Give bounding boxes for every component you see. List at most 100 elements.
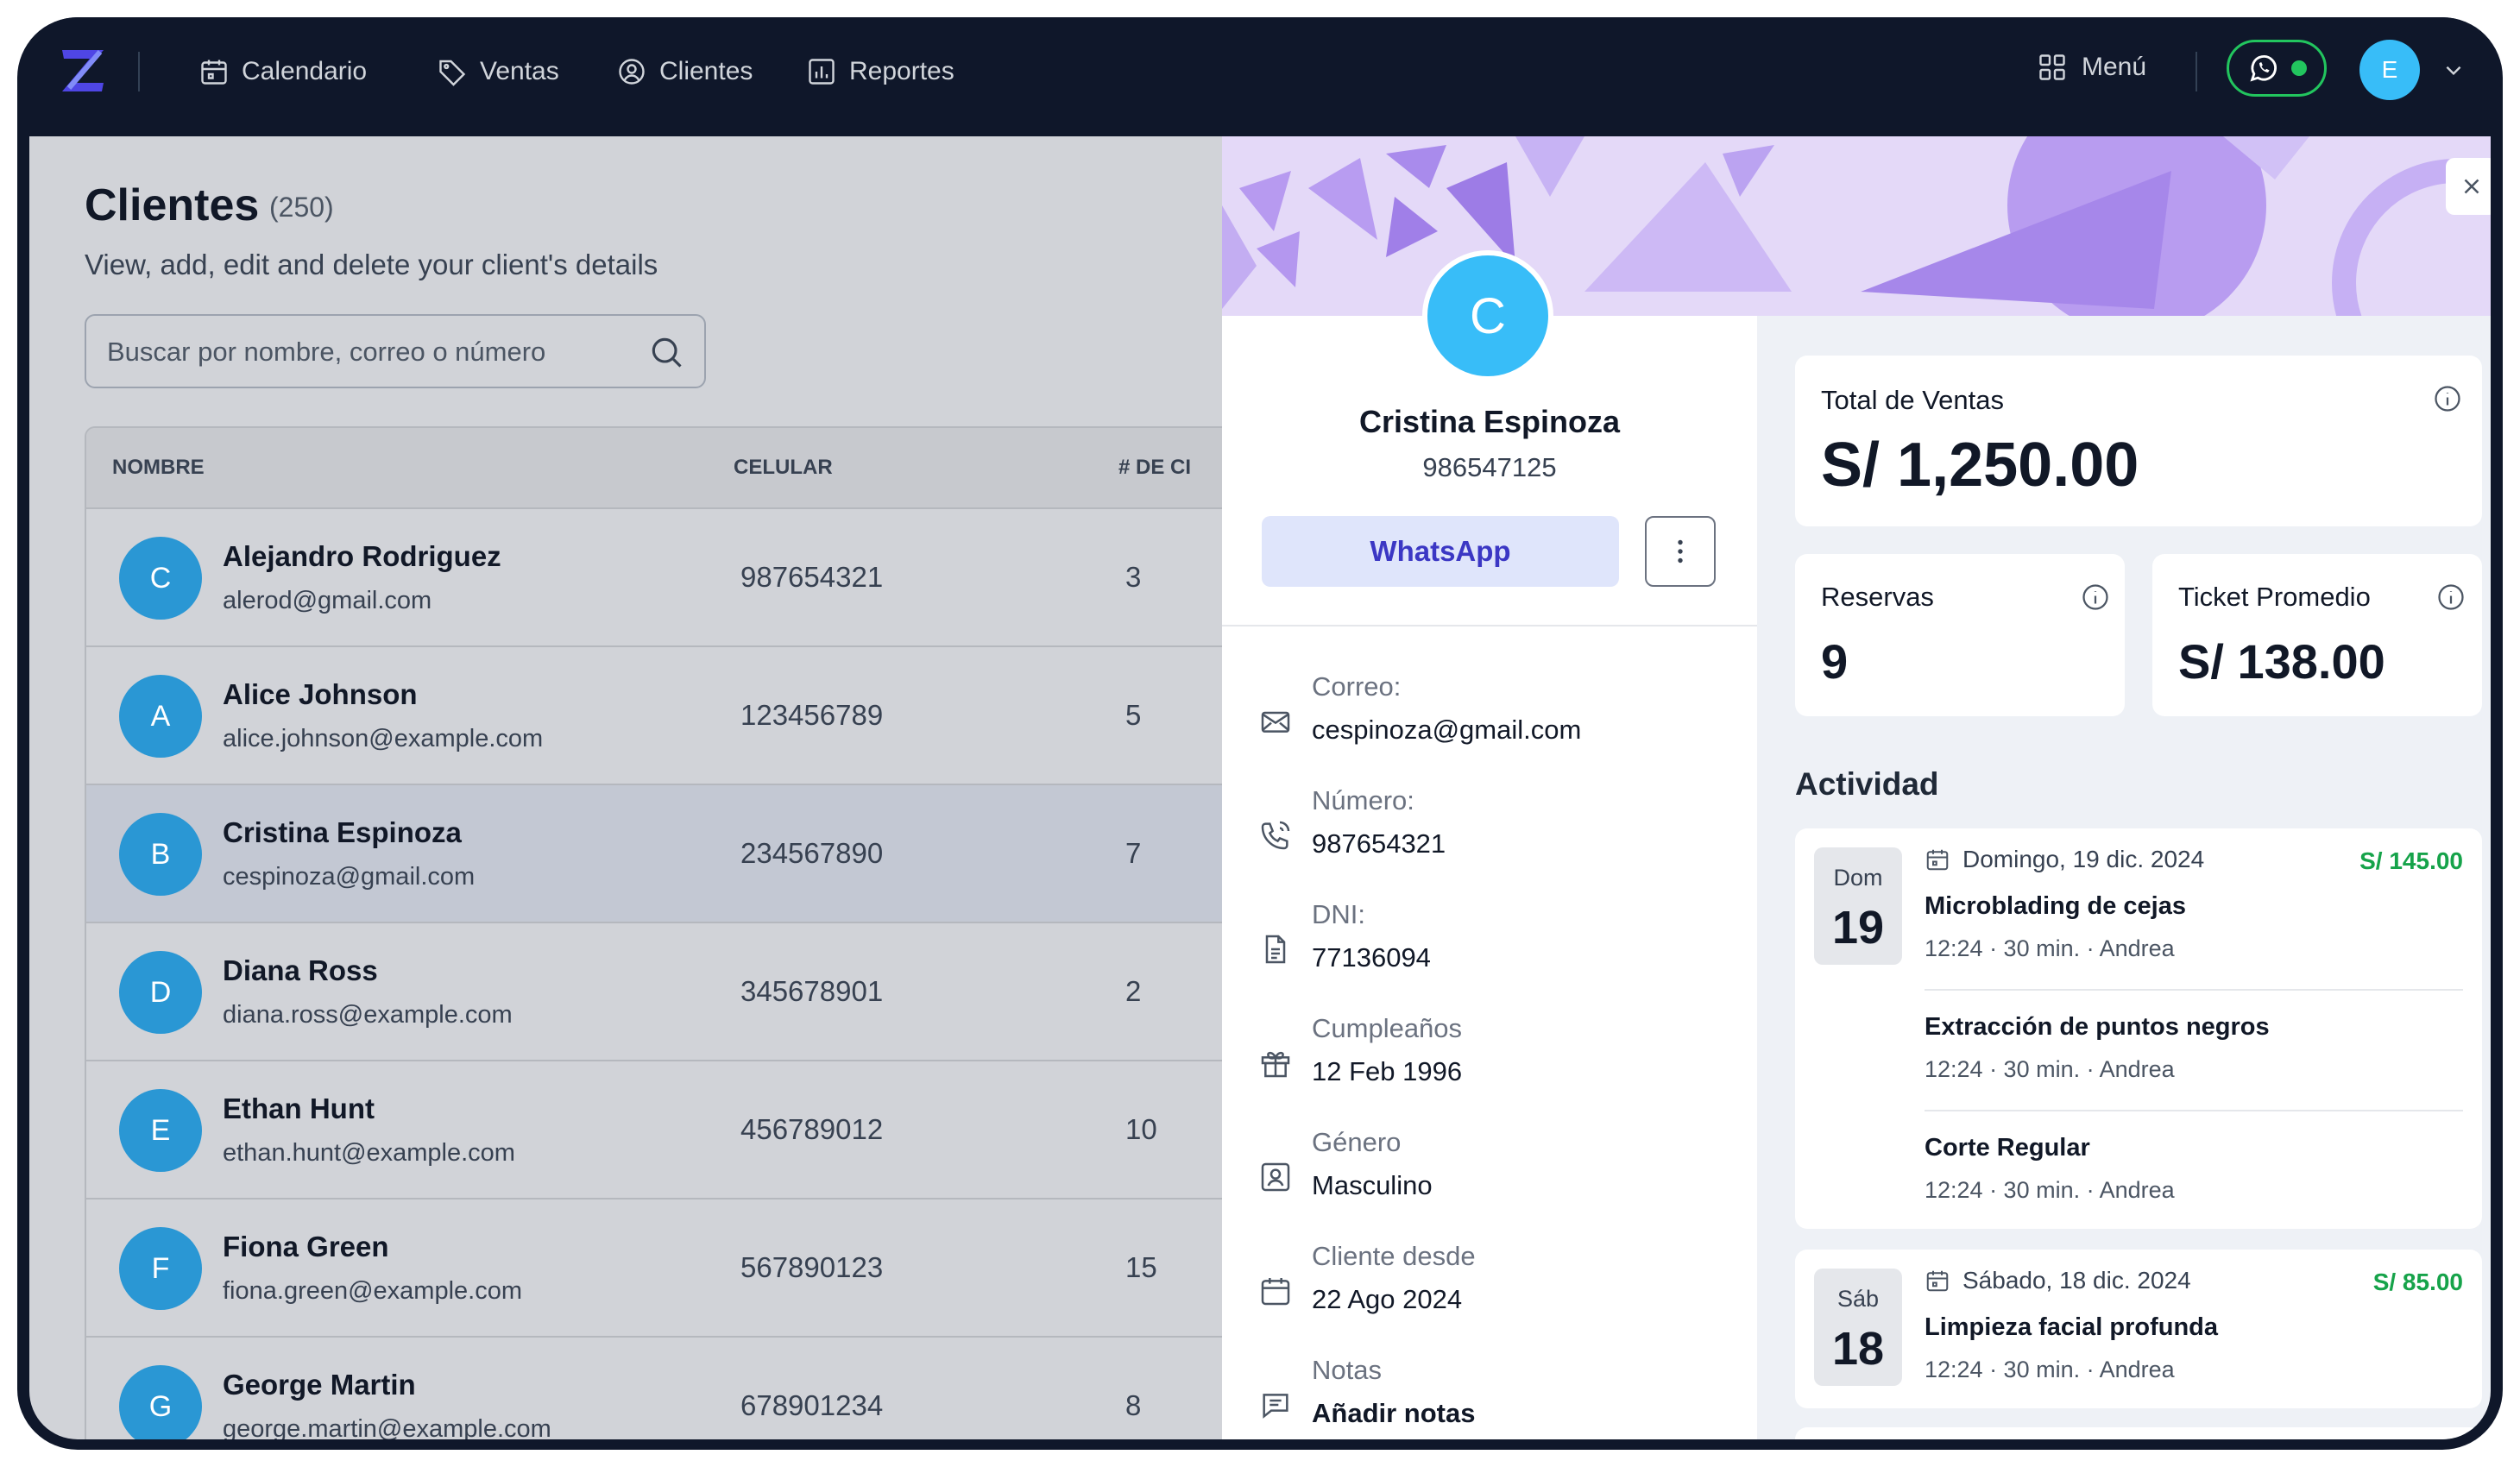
tag-icon bbox=[439, 60, 466, 86]
info-icon[interactable] bbox=[2435, 582, 2466, 613]
client-avatar: E bbox=[119, 1089, 202, 1172]
divider bbox=[1222, 625, 1757, 626]
event-price: S/ 145.00 bbox=[2359, 847, 2463, 874]
nav-label: Clientes bbox=[659, 57, 753, 85]
divider bbox=[1925, 989, 2463, 991]
event-date: Domingo, 19 dic. 2024 bbox=[1925, 846, 2204, 873]
table-row[interactable]: D Diana Ross diana.ross@example.com 3456… bbox=[86, 923, 1224, 1061]
clients-table: NOMBRE CELULAR # DE CI C Alejandro Rodri… bbox=[85, 426, 1224, 1439]
more-options-button[interactable] bbox=[1645, 516, 1716, 587]
clients-panel: Clientes (250) View, add, edit and delet… bbox=[29, 136, 1224, 1439]
activity-title: Actividad bbox=[1795, 766, 1939, 802]
table-row[interactable]: E Ethan Hunt ethan.hunt@example.com 4567… bbox=[86, 1061, 1224, 1199]
client-phone: 456789012 bbox=[740, 1113, 884, 1145]
table-row[interactable]: G George Martin george.martin@example.co… bbox=[86, 1338, 1224, 1439]
whatsapp-status-button[interactable] bbox=[2227, 40, 2327, 97]
client-name: Alejandro Rodriguez bbox=[223, 540, 501, 572]
field-label: Cumpleaños bbox=[1312, 1013, 1463, 1043]
whatsapp-icon bbox=[2250, 55, 2277, 82]
service-name[interactable]: Limpieza facial profunda bbox=[1925, 1313, 2218, 1342]
client-appointments: 2 bbox=[1125, 975, 1142, 1007]
client-appointments: 5 bbox=[1125, 699, 1142, 731]
device-frame: Calendario Ventas Clientes Reportes Menú… bbox=[17, 17, 2503, 1450]
nav-calendario[interactable]: Calendario bbox=[198, 52, 367, 91]
service-name[interactable]: Extracción de puntos negros bbox=[1925, 1013, 2270, 1042]
banner-pattern bbox=[1222, 136, 2491, 316]
nav-divider bbox=[138, 52, 140, 91]
service-meta: 12:24 · 30 min. · Andrea bbox=[1925, 1177, 2175, 1203]
document-icon bbox=[1265, 935, 1286, 964]
ticket-card: Ticket Promedio S/ 138.00 bbox=[2152, 554, 2482, 716]
add-notes-link[interactable]: Añadir notas bbox=[1312, 1398, 1475, 1429]
field-value: 12 Feb 1996 bbox=[1312, 1056, 1463, 1086]
calendar-icon bbox=[201, 60, 227, 85]
day-number: 19 bbox=[1831, 902, 1885, 954]
client-phone: 987654321 bbox=[740, 561, 884, 593]
client-name: Alice Johnson bbox=[223, 678, 418, 710]
activity-card: Sáb 18 Sábado, 18 dic. 2024 S/ 85.00 Lim… bbox=[1795, 1250, 2482, 1408]
grid-icon bbox=[2039, 54, 2065, 80]
client-appointments: 3 bbox=[1125, 561, 1142, 593]
field-value: 987654321 bbox=[1312, 828, 1446, 859]
more-vertical-icon bbox=[1678, 539, 1683, 564]
field-value: Masculino bbox=[1312, 1170, 1433, 1200]
card-value: S/ 1,250.00 bbox=[1821, 431, 2139, 500]
calendar-icon bbox=[1926, 849, 1949, 871]
field-numero: Número: 987654321 bbox=[1222, 785, 1757, 889]
id-card-icon bbox=[1261, 1162, 1290, 1192]
whatsapp-button[interactable]: WhatsApp bbox=[1262, 516, 1619, 587]
field-value: cespinoza@gmail.com bbox=[1312, 715, 1582, 745]
client-phone: 234567890 bbox=[740, 837, 884, 869]
chevron-down-icon[interactable] bbox=[2442, 59, 2465, 81]
card-label: Reservas bbox=[1821, 582, 1934, 612]
client-avatar: C bbox=[119, 537, 202, 620]
nav-label: Ventas bbox=[480, 57, 559, 85]
table-row[interactable]: C Alejandro Rodriguez alerod@gmail.com 9… bbox=[86, 509, 1224, 647]
search-input[interactable]: Buscar por nombre, correo o número bbox=[85, 314, 706, 388]
client-name: Diana Ross bbox=[223, 954, 378, 986]
client-appointments: 10 bbox=[1125, 1113, 1157, 1145]
client-appointments: 8 bbox=[1125, 1389, 1142, 1421]
nav-clientes[interactable]: Clientes bbox=[616, 52, 753, 91]
app-logo[interactable] bbox=[57, 43, 109, 95]
table-row[interactable]: F Fiona Green fiona.green@example.com 56… bbox=[86, 1199, 1224, 1338]
calendar-icon bbox=[1926, 1270, 1949, 1292]
field-label: Número: bbox=[1312, 785, 1414, 815]
client-phone: 123456789 bbox=[740, 699, 884, 731]
nav-ventas[interactable]: Ventas bbox=[437, 52, 559, 91]
user-avatar[interactable]: E bbox=[2359, 40, 2420, 100]
card-value: 9 bbox=[1821, 634, 1849, 689]
field-notas[interactable]: Notas Añadir notas bbox=[1222, 1355, 1757, 1439]
info-icon[interactable] bbox=[2080, 582, 2111, 613]
day-weekday: Dom bbox=[1833, 865, 1883, 891]
info-icon[interactable] bbox=[2432, 383, 2463, 414]
search-placeholder: Buscar por nombre, correo o número bbox=[107, 337, 546, 367]
column-header-citas[interactable]: # DE CI bbox=[1118, 456, 1191, 480]
column-header-nombre[interactable]: NOMBRE bbox=[112, 456, 205, 480]
mail-icon bbox=[1261, 711, 1290, 733]
field-value: 22 Ago 2024 bbox=[1312, 1284, 1463, 1314]
service-name[interactable]: Microblading de cejas bbox=[1925, 892, 2186, 921]
event-date-text: Domingo, 19 dic. 2024 bbox=[1962, 846, 2205, 872]
field-cumpleanos: Cumpleaños 12 Feb 1996 bbox=[1222, 1013, 1757, 1117]
field-value: 77136094 bbox=[1312, 942, 1431, 973]
page-title: Clientes bbox=[85, 180, 260, 230]
menu-button[interactable]: Menú bbox=[2037, 52, 2146, 83]
bar-chart-icon bbox=[809, 59, 835, 85]
client-avatar: B bbox=[119, 813, 202, 896]
nav-reportes[interactable]: Reportes bbox=[806, 52, 954, 91]
activity-card: Dom 19 Domingo, 19 dic. 2024 S/ 145.00 M… bbox=[1795, 828, 2482, 1229]
calendar-icon bbox=[1261, 1278, 1290, 1306]
table-row-selected[interactable]: B Cristina Espinoza cespinoza@gmail.com … bbox=[86, 785, 1224, 923]
client-email: ethan.hunt@example.com bbox=[223, 1139, 515, 1167]
column-header-celular[interactable]: CELULAR bbox=[734, 456, 833, 480]
reservas-card: Reservas 9 bbox=[1795, 554, 2125, 716]
client-avatar: D bbox=[119, 951, 202, 1034]
client-avatar: A bbox=[119, 675, 202, 758]
close-button[interactable] bbox=[2446, 158, 2491, 215]
table-row[interactable]: A Alice Johnson alice.johnson@example.co… bbox=[86, 647, 1224, 785]
search-icon[interactable] bbox=[647, 333, 685, 371]
service-name[interactable]: Corte Regular bbox=[1925, 1134, 2090, 1162]
top-navbar: Calendario Ventas Clientes Reportes Menú… bbox=[29, 17, 2491, 136]
field-genero: Género Masculino bbox=[1222, 1127, 1757, 1231]
